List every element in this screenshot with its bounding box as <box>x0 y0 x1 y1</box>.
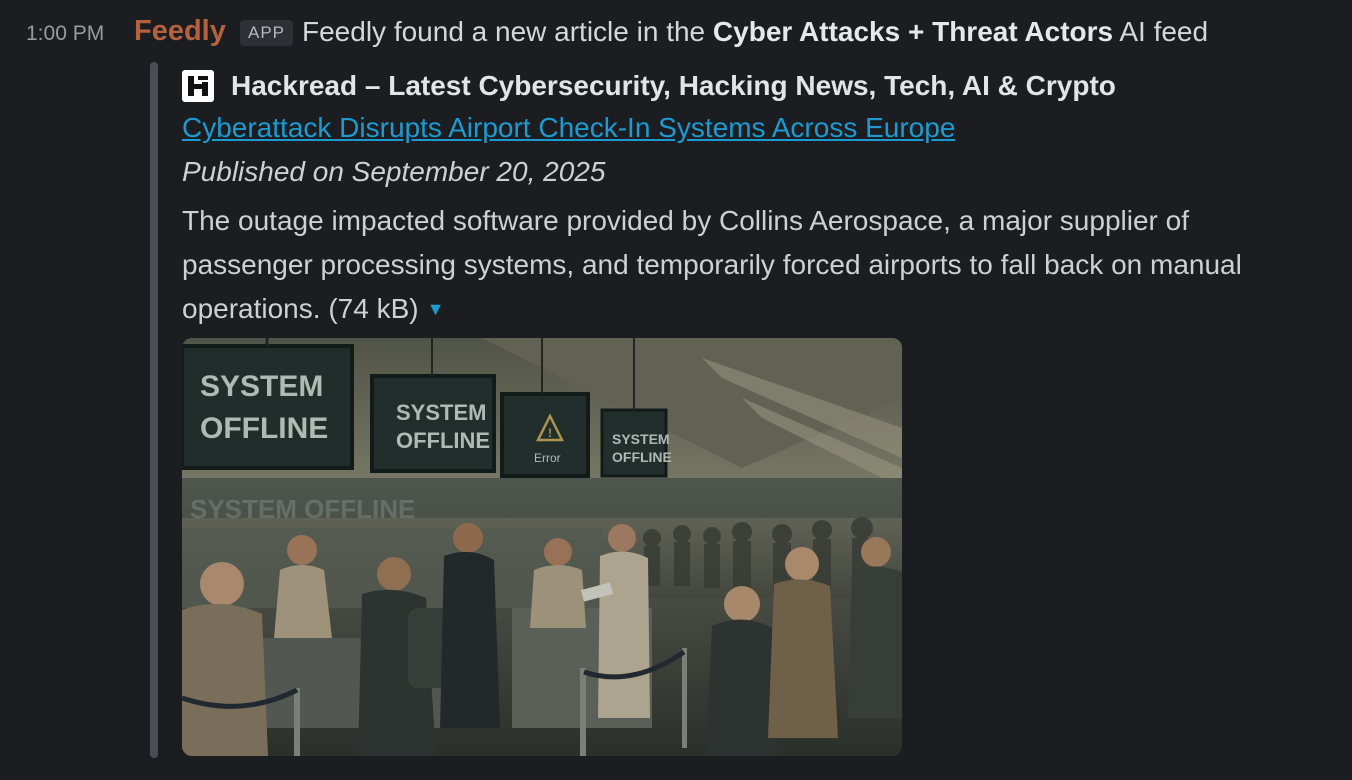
message-text-prefix: Feedly found a new article in the <box>302 16 713 47</box>
attachment-size: (74 kB) <box>328 293 419 324</box>
article-image[interactable]: SYSTEM OFFLINE SYSTEM OFFLINE SYSTEM OFF… <box>182 338 902 756</box>
app-badge: APP <box>240 20 294 46</box>
article-title-link[interactable]: Cyberattack Disrupts Airport Check-In Sy… <box>182 112 955 144</box>
hackread-logo-icon <box>182 70 214 102</box>
source-name: Hackread – Latest Cybersecurity, Hacking… <box>231 70 1116 101</box>
attachment-bar <box>150 62 158 758</box>
message-text: Feedly found a new article in the Cyber … <box>302 16 1208 48</box>
article-summary: The outage impacted software provided by… <box>182 199 1322 331</box>
sender-name[interactable]: Feedly <box>134 15 226 48</box>
feed-name: Cyber Attacks + Threat Actors <box>712 16 1114 47</box>
message-text-suffix: AI feed <box>1113 16 1209 47</box>
attachment-source: Hackread – Latest Cybersecurity, Hacking… <box>182 68 1116 104</box>
slack-message: 1:00 PM Feedly APP Feedly found a new ar… <box>0 0 1352 780</box>
message-timestamp[interactable]: 1:00 PM <box>26 22 104 46</box>
caret-down-icon[interactable]: ▼ <box>427 287 445 331</box>
published-date: Published on September 20, 2025 <box>182 156 606 187</box>
